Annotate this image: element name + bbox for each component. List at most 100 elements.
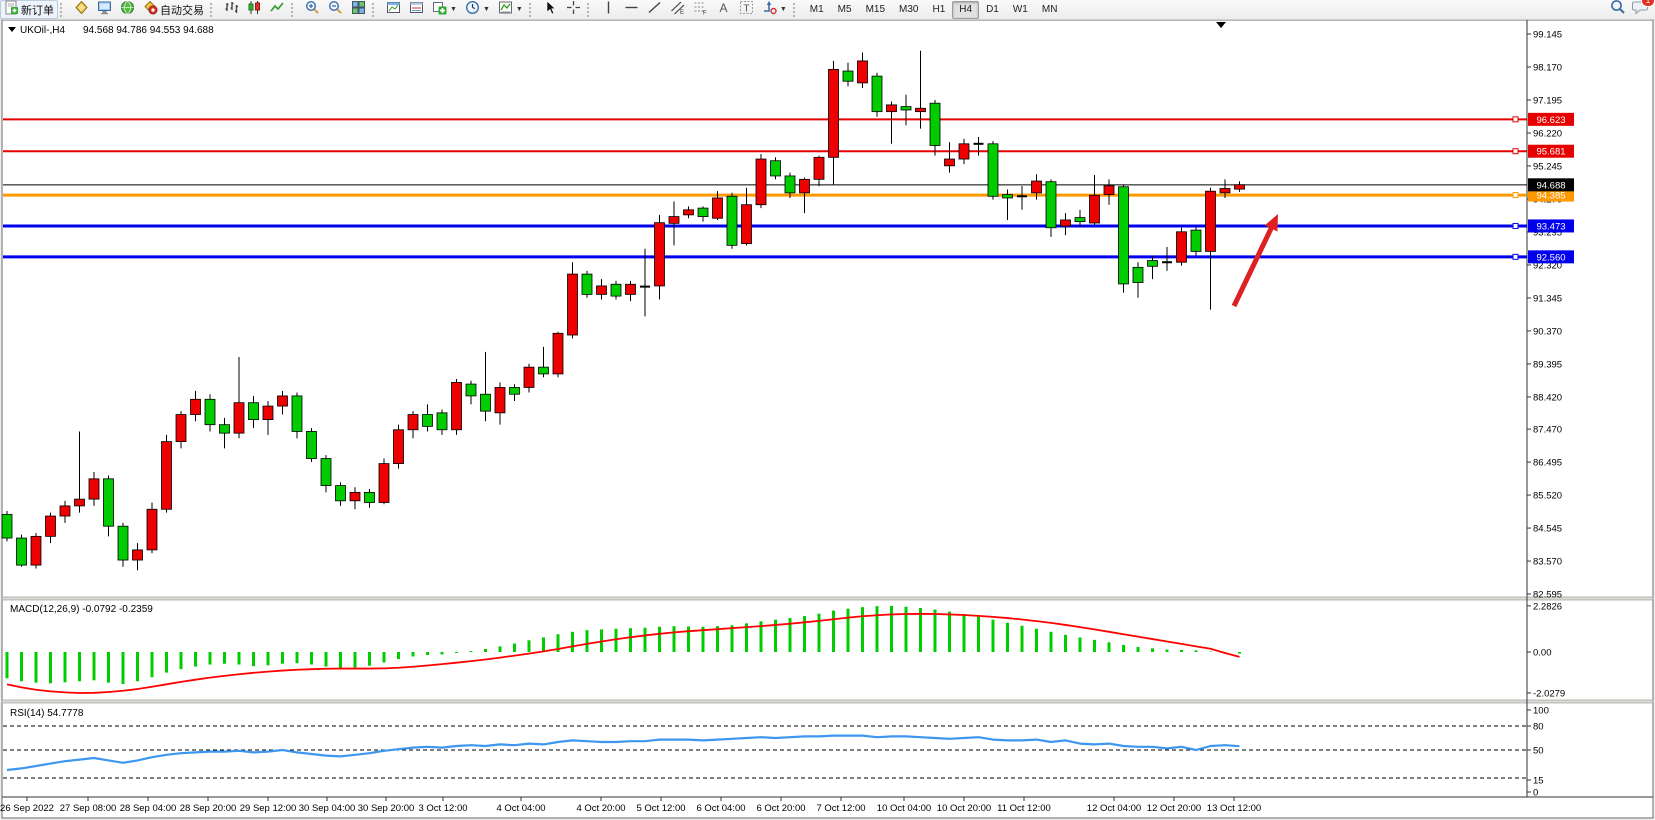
- market-watch-button[interactable]: [93, 0, 116, 19]
- zoom-in-icon: [305, 0, 320, 20]
- panel-splitter[interactable]: [2, 597, 1653, 600]
- zoom-in-button[interactable]: [301, 0, 324, 19]
- profiles-button[interactable]: [405, 0, 428, 19]
- candle: [220, 425, 230, 433]
- autotrading-button[interactable]: 自动交易: [139, 0, 208, 19]
- new-chart-button[interactable]: [382, 0, 405, 19]
- cursor-button[interactable]: [539, 0, 562, 19]
- candle: [713, 198, 723, 218]
- date-label: 13 Oct 12:00: [1207, 803, 1261, 814]
- date-label: 5 Oct 12:00: [636, 803, 685, 814]
- notifications-button[interactable]: 1: [1632, 0, 1649, 20]
- toolbar-separator: [291, 3, 297, 17]
- date-label: 30 Sep 20:00: [358, 803, 415, 814]
- candle: [1003, 195, 1013, 198]
- support-line-2-handle[interactable]: [1513, 254, 1518, 259]
- hline-button[interactable]: [620, 0, 643, 19]
- new-order-button[interactable]: 新订单: [0, 0, 58, 19]
- macd-tick-label: -2.0279: [1533, 688, 1565, 699]
- candle: [31, 536, 41, 565]
- notification-badge: 1: [1641, 0, 1655, 7]
- candle: [945, 159, 955, 166]
- template-icon: [498, 0, 513, 20]
- candle-chart-button[interactable]: [243, 0, 266, 19]
- line-chart-button[interactable]: [266, 0, 289, 19]
- timeframe-d1-button[interactable]: D1: [979, 1, 1006, 19]
- textT-icon: T: [739, 0, 754, 20]
- candle: [510, 387, 520, 394]
- crosshair-button[interactable]: [562, 0, 585, 19]
- text-button[interactable]: A: [712, 0, 735, 19]
- svg-text:F: F: [703, 10, 707, 15]
- search-button[interactable]: [1610, 0, 1626, 20]
- price-badge-label: 95.681: [1536, 147, 1565, 158]
- periods-button[interactable]: ▼: [461, 0, 494, 19]
- support-line-1-handle[interactable]: [1513, 223, 1518, 228]
- trendline-button[interactable]: [643, 0, 666, 19]
- robot-icon: [143, 0, 158, 20]
- candle: [394, 430, 404, 464]
- timeframe-w1-button[interactable]: W1: [1006, 1, 1035, 19]
- templates-button[interactable]: ▼: [494, 0, 527, 19]
- candle: [742, 205, 752, 244]
- candle: [611, 284, 621, 296]
- vline-button[interactable]: [597, 0, 620, 19]
- timeframe-m1-button[interactable]: M1: [803, 1, 831, 19]
- price-tick-label: 99.145: [1533, 30, 1562, 41]
- indicators-list-button[interactable]: [70, 0, 93, 19]
- navigator-button[interactable]: [116, 0, 139, 19]
- date-label: 26 Sep 2022: [0, 803, 54, 814]
- candle: [1177, 232, 1187, 262]
- timeframe-mn-button[interactable]: MN: [1035, 1, 1065, 19]
- bar-chart-button[interactable]: [220, 0, 243, 19]
- resistance-line-1-handle[interactable]: [1513, 117, 1518, 122]
- toolbar-separator: [529, 3, 535, 17]
- candle: [800, 179, 810, 193]
- timeframe-m15-button[interactable]: M15: [859, 1, 892, 19]
- timeframe-h4-button[interactable]: H4: [952, 1, 979, 19]
- hline-icon: [624, 0, 639, 20]
- candle: [46, 516, 56, 536]
- date-label: 6 Oct 20:00: [756, 803, 805, 814]
- candle: [365, 492, 375, 502]
- candle: [727, 196, 737, 245]
- rsi-tick-label: 100: [1533, 706, 1549, 717]
- add-indicator-button[interactable]: ▼: [428, 0, 461, 19]
- candle: [292, 396, 302, 432]
- pivot-line-handle[interactable]: [1513, 193, 1518, 198]
- date-label: 6 Oct 04:00: [696, 803, 745, 814]
- candle: [1075, 218, 1085, 222]
- macd-label: MACD(12,26,9) -0.0792 -0.2359: [10, 604, 153, 615]
- candle: [60, 506, 70, 516]
- fibonacci-button[interactable]: F: [689, 0, 712, 19]
- date-label: 28 Sep 04:00: [120, 803, 177, 814]
- candle: [263, 406, 273, 420]
- macd-tick-label: 2.2826: [1533, 601, 1562, 612]
- candle: [2, 514, 12, 538]
- channel-icon: E: [670, 0, 685, 20]
- candle: [1032, 181, 1042, 193]
- zoom-out-button[interactable]: [324, 0, 347, 19]
- toolbar-separator: [60, 3, 66, 17]
- macd-tick-label: 0.00: [1533, 648, 1552, 659]
- timeframe-m30-button[interactable]: M30: [892, 1, 925, 19]
- candle: [843, 71, 853, 81]
- svg-text:T: T: [743, 3, 749, 14]
- timeframe-h1-button[interactable]: H1: [925, 1, 952, 19]
- date-label: 28 Sep 20:00: [180, 803, 237, 814]
- channel-button[interactable]: E: [666, 0, 689, 19]
- price-tick-label: 95.245: [1533, 161, 1562, 172]
- svg-text:A: A: [719, 1, 727, 15]
- bars-icon: [224, 0, 239, 20]
- price-tick-label: 83.570: [1533, 557, 1562, 568]
- timeframe-m5-button[interactable]: M5: [831, 1, 859, 19]
- candle: [147, 509, 157, 550]
- panel-splitter[interactable]: [2, 700, 1653, 703]
- shapes-icon: [762, 0, 777, 20]
- tile-windows-button[interactable]: [347, 0, 370, 19]
- price-badge-label: 92.560: [1536, 252, 1565, 263]
- arrows-button[interactable]: ▼: [758, 0, 791, 19]
- resistance-line-2-handle[interactable]: [1513, 149, 1518, 154]
- candle: [234, 403, 244, 433]
- text-label-button[interactable]: T: [735, 0, 758, 19]
